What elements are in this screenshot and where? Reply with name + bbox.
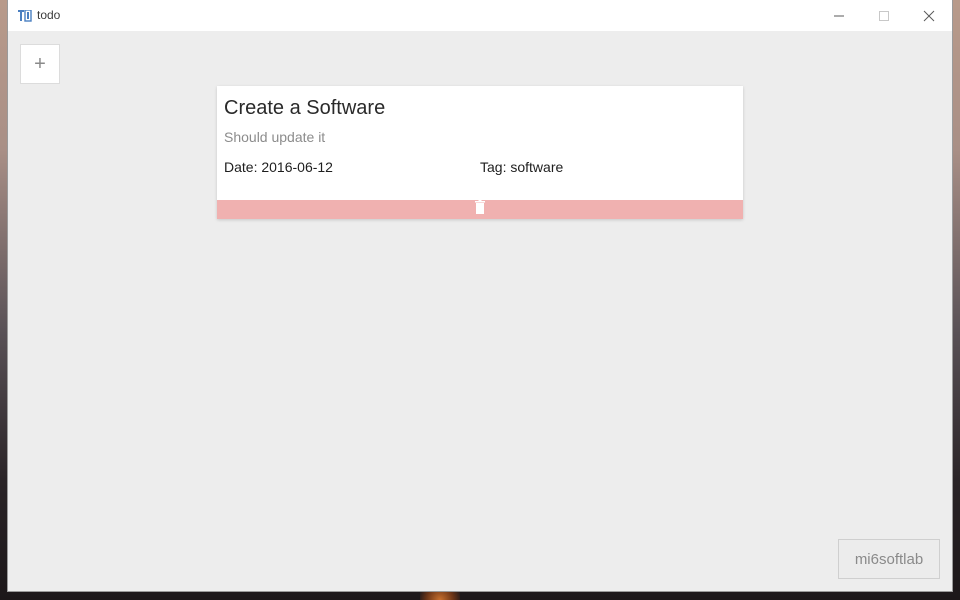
app-window: todo + Create a Software Should update i…	[8, 0, 952, 591]
todo-title: Create a Software	[224, 97, 386, 119]
add-todo-button[interactable]: +	[20, 44, 60, 84]
maximize-button[interactable]	[861, 0, 906, 31]
todo-app-icon	[18, 9, 32, 22]
todo-tag: Tag: software	[480, 159, 564, 175]
add-todo-label: +	[34, 52, 46, 75]
title-bar[interactable]: todo	[8, 0, 952, 31]
minimize-button[interactable]	[816, 0, 861, 31]
minimize-icon	[833, 10, 845, 22]
delete-todo-button[interactable]	[217, 200, 743, 219]
window-title: todo	[37, 8, 61, 22]
wallpaper-glow	[420, 590, 460, 600]
close-icon	[923, 10, 935, 22]
todo-description: Should update it	[224, 129, 326, 145]
todo-card: Create a Software Should update it Date:…	[217, 86, 743, 219]
brand-label: mi6softlab	[854, 550, 924, 568]
trash-icon	[475, 200, 485, 219]
maximize-icon	[878, 10, 890, 22]
brand-button[interactable]: mi6softlab	[838, 539, 940, 579]
todo-date: Date: 2016-06-12	[224, 159, 333, 175]
close-button[interactable]	[906, 0, 951, 31]
